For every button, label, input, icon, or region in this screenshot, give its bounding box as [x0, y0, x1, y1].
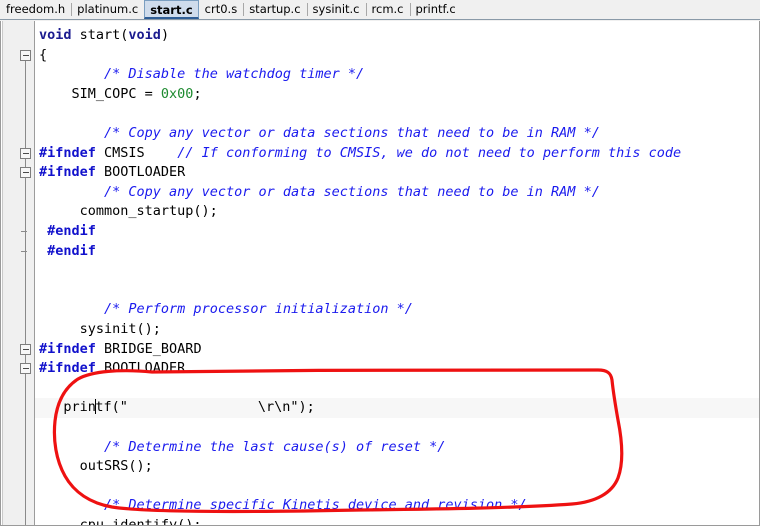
- code-token-kw: void: [128, 27, 161, 43]
- code-token-plain: common_startup();: [39, 203, 218, 220]
- code-line[interactable]: SIM_COPC = 0x00;: [35, 85, 759, 105]
- fold-toggle-ifndef-bridge-board[interactable]: [20, 343, 31, 355]
- tab-crt0-s[interactable]: crt0.s: [199, 0, 244, 19]
- fold-toggle-ifndef-bootloader[interactable]: [20, 167, 31, 179]
- fold-end-tick: [21, 250, 27, 252]
- code-token-num: 0x00: [160, 85, 194, 102]
- tab-label: printf.c: [415, 2, 456, 16]
- code-line[interactable]: /* Copy any vector or data sections that…: [35, 183, 759, 203]
- code-line[interactable]: cpu_identify();: [35, 516, 759, 526]
- code-token-plain: BOOTLOADER: [95, 360, 186, 377]
- code-token-plain: CMSIS: [95, 144, 178, 161]
- editor-window: freedom.h platinum.c start.c crt0.s star…: [0, 0, 760, 526]
- fold-connector-line: [25, 374, 26, 525]
- tab-platinum-c[interactable]: platinum.c: [71, 0, 144, 19]
- code-line[interactable]: /* Determine the last cause(s) of reset …: [35, 438, 759, 458]
- code-token-plain: start(: [79, 27, 129, 43]
- tab-startup-c[interactable]: startup.c: [243, 0, 306, 19]
- code-token-cmt: // If conforming to CMSIS, we do not nee…: [177, 144, 682, 161]
- fold-connector-line: [25, 354, 26, 364]
- code-token-cmt: /* Perform processor initialization */: [104, 301, 413, 318]
- code-line[interactable]: #ifndef BOOTLOADER: [35, 163, 759, 183]
- fold-connector-line: [25, 158, 26, 168]
- tab-rcm-c[interactable]: rcm.c: [365, 0, 410, 19]
- code-line[interactable]: /* Determine specific Kinetis device and…: [35, 496, 759, 516]
- code-token-plain: prin: [39, 399, 96, 416]
- tab-label: startup.c: [249, 2, 301, 16]
- code-token-cmt: /* Copy any vector or data sections that…: [104, 183, 600, 200]
- code-token-pre: #endif: [39, 223, 96, 239]
- code-token-plain: tf(" \r\n");: [95, 399, 315, 416]
- tab-label: rcm.c: [371, 2, 404, 16]
- code-line[interactable]: #ifndef BRIDGE_BOARD: [35, 340, 759, 360]
- code-token-pre: #ifndef: [39, 360, 96, 377]
- code-token-plain: outSRS();: [39, 458, 153, 475]
- code-token-plain: SIM_COPC =: [39, 85, 161, 102]
- tab-printf-c[interactable]: printf.c: [409, 0, 462, 19]
- code-line[interactable]: /* Perform processor initialization */: [35, 300, 759, 320]
- code-area[interactable]: void start(void){ /* Disable the watchdo…: [35, 21, 759, 526]
- code-line[interactable]: [35, 418, 759, 438]
- code-token-plain: {: [39, 46, 48, 63]
- code-token-pre: #endif: [39, 242, 96, 259]
- code-token-cmt: /* Copy any vector or data sections that…: [104, 125, 600, 141]
- code-line[interactable]: {: [35, 46, 759, 66]
- tab-start-c[interactable]: start.c: [144, 0, 199, 19]
- folding-gutter[interactable]: [5, 21, 35, 525]
- code-line[interactable]: #endif: [35, 242, 759, 262]
- code-token-plain: ;: [193, 85, 202, 102]
- code-line[interactable]: sysinit();: [35, 320, 759, 340]
- fold-toggle-function-body[interactable]: [20, 49, 31, 61]
- fold-widget-layer: [5, 21, 34, 525]
- fold-toggle-ifndef-bootloader-2[interactable]: [20, 363, 31, 375]
- editor-tab-bar: freedom.h platinum.c start.c crt0.s star…: [0, 0, 760, 20]
- fold-connector-line: [25, 178, 26, 231]
- tab-label: sysinit.c: [312, 2, 360, 16]
- code-token-pre: #ifndef: [39, 144, 96, 161]
- code-line[interactable]: printf(" \r\n");: [35, 398, 759, 418]
- code-line[interactable]: common_startup();: [35, 202, 759, 222]
- code-token-plain: sysinit();: [39, 321, 161, 337]
- tab-label: freedom.h: [6, 2, 66, 16]
- tab-label: crt0.s: [204, 2, 238, 16]
- code-line[interactable]: #endif: [35, 222, 759, 242]
- code-line[interactable]: /* Disable the watchdog timer */: [35, 65, 759, 85]
- tab-label: platinum.c: [77, 2, 139, 16]
- code-line[interactable]: [35, 261, 759, 281]
- code-line[interactable]: [35, 104, 759, 124]
- code-line[interactable]: [35, 477, 759, 497]
- tab-freedom-h[interactable]: freedom.h: [0, 0, 71, 19]
- code-token-plain: cpu_identify();: [39, 517, 202, 526]
- code-token-pre: #ifndef: [39, 164, 96, 181]
- code-token-plain: ): [160, 27, 170, 43]
- code-line[interactable]: [35, 281, 759, 301]
- source-editor[interactable]: void start(void){ /* Disable the watchdo…: [0, 21, 760, 526]
- code-line[interactable]: #ifndef BOOTLOADER: [35, 359, 759, 379]
- code-token-cmt: /* Determine the last cause(s) of reset …: [104, 438, 446, 455]
- code-line[interactable]: /* Copy any vector or data sections that…: [35, 124, 759, 144]
- code-line[interactable]: void start(void): [35, 26, 759, 46]
- tab-label: start.c: [150, 3, 193, 17]
- fold-connector-line: [25, 231, 26, 344]
- code-token-cmt: /* Determine specific Kinetis device and…: [104, 497, 527, 514]
- code-line-list: void start(void){ /* Disable the watchdo…: [35, 21, 759, 526]
- code-token-plain: BOOTLOADER: [95, 164, 186, 181]
- code-token-kw: void: [39, 27, 80, 43]
- code-token-plain: BRIDGE_BOARD: [95, 340, 202, 357]
- code-token-pre: #ifndef: [39, 340, 96, 357]
- fold-connector-line: [25, 60, 26, 148]
- code-line[interactable]: [35, 379, 759, 399]
- code-line[interactable]: #ifndef CMSIS // If conforming to CMSIS,…: [35, 144, 759, 164]
- tab-sysinit-c[interactable]: sysinit.c: [306, 0, 366, 19]
- code-token-cmt: /* Disable the watchdog timer */: [104, 66, 365, 83]
- code-line[interactable]: outSRS();: [35, 457, 759, 477]
- fold-end-tick: [21, 231, 27, 232]
- fold-toggle-ifndef-cmsis[interactable]: [20, 147, 31, 159]
